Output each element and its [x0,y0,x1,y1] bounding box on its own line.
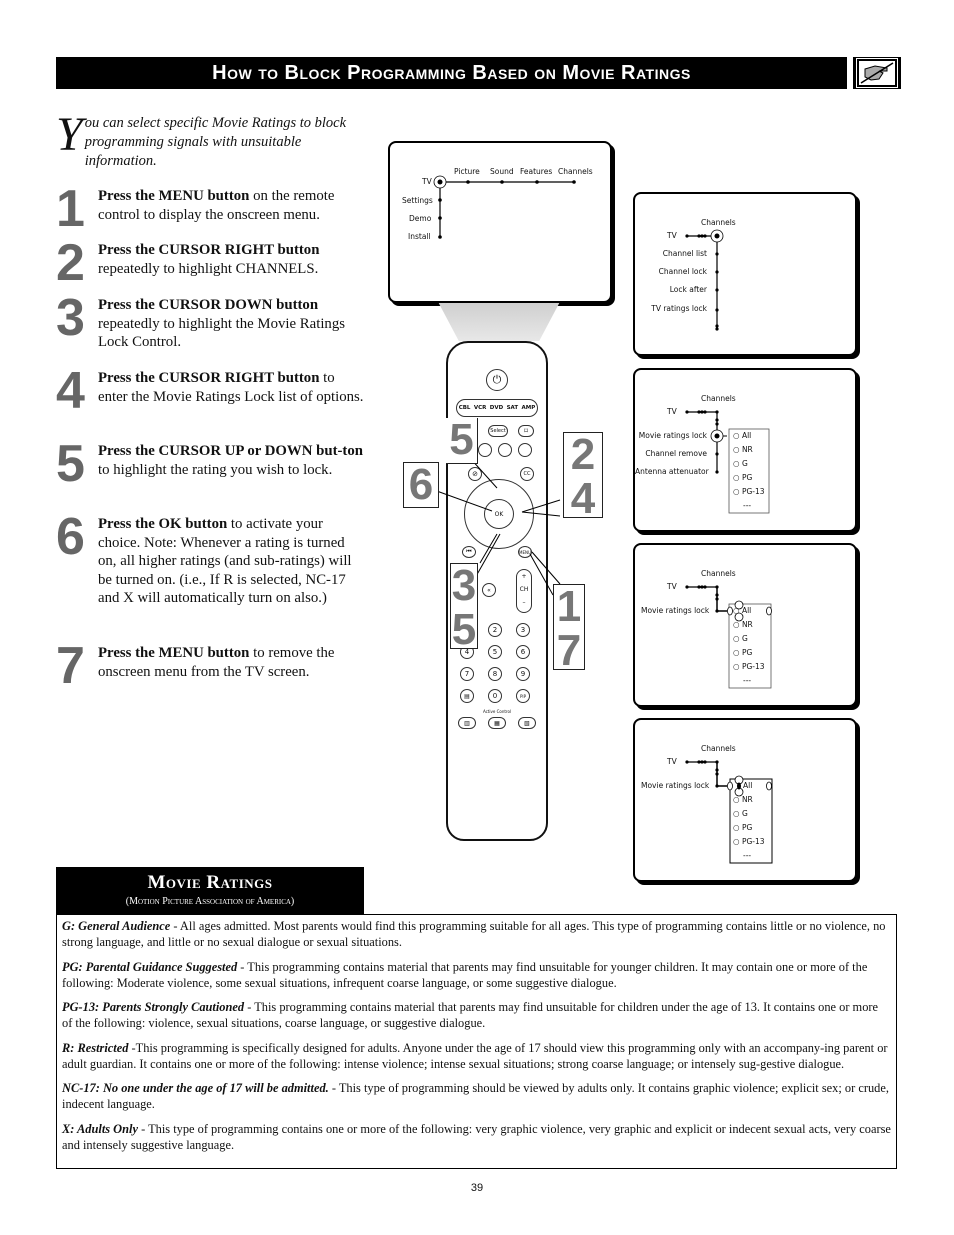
callout-steps-3-5: 3 5 [450,561,478,654]
rating-name: PG: Parental Guidance Suggested [62,959,238,974]
movie-ratings-box: G: General Audience - All ages admitted.… [56,914,897,1169]
rating-name: R: Restricted [62,1040,129,1055]
rating-name: X: Adults Only [62,1121,138,1136]
rating-name: G: General Audience [62,919,171,933]
movie-ratings-header: Movie Ratings (Motion Picture Associatio… [56,867,364,914]
callout-steps-1-7: 1 7 [553,584,585,673]
rating-name: PG-13: Parents Strongly Cautioned [62,1000,245,1014]
rating-text: - This type of programming contains one … [62,1121,891,1152]
rating-description-nc17: NC-17: No one under the age of 17 will b… [62,1080,891,1112]
rating-description-pg: PG: Parental Guidance Suggested - This p… [62,959,891,991]
rating-description-r: R: Restricted -This programming is speci… [62,1040,891,1072]
rating-name: NC-17: No one under the age of 17 will b… [62,1081,329,1095]
movie-ratings-title: Movie Ratings [147,872,273,893]
callout-step-6: 6 [403,462,439,508]
callout-steps-2-4: 2 4 [563,432,603,521]
rating-description-x: X: Adults Only - This type of programmin… [62,1121,891,1153]
callout-step-5-top: 5 [446,418,478,464]
movie-ratings-subtitle: (Motion Picture Association of America) [125,896,295,907]
rating-text: - All ages admitted. Most parents would … [62,919,886,949]
rating-description-g: G: General Audience - All ages admitted.… [62,918,891,950]
rating-text: -This programming is specifically design… [62,1040,888,1071]
page-number: 39 [470,1182,484,1194]
rating-description-pg13: PG-13: Parents Strongly Cautioned - This… [62,999,891,1031]
